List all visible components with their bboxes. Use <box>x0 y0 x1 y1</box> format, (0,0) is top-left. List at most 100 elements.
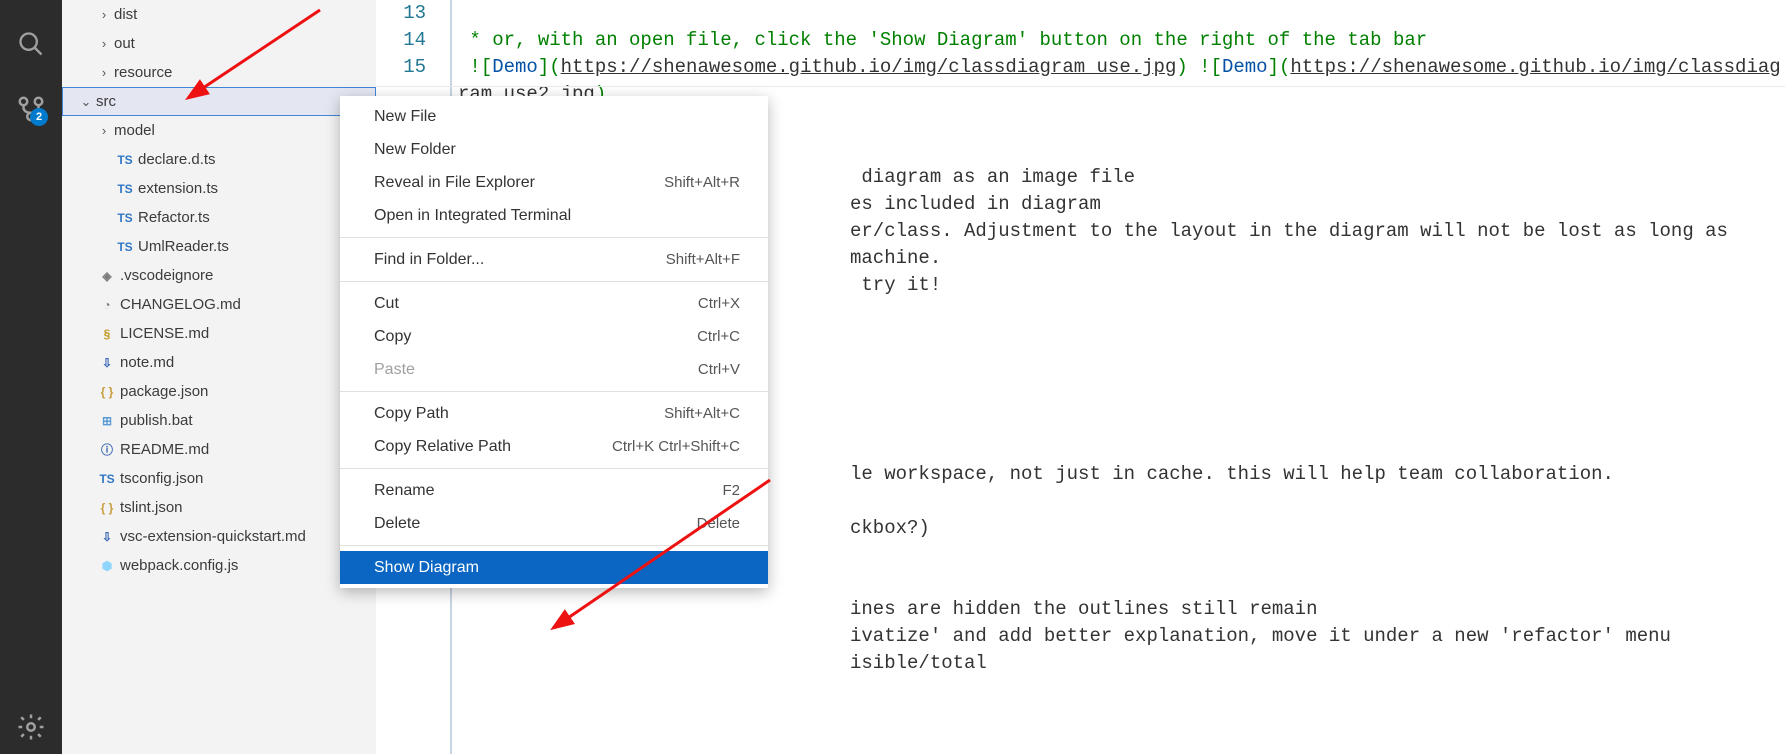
folder-row[interactable]: ›dist <box>62 0 376 29</box>
tree-label: model <box>112 122 155 139</box>
tree-label: extension.ts <box>136 180 218 197</box>
file-type-icon: ⊞ <box>96 414 118 428</box>
menu-item-copy[interactable]: Copy Ctrl+C <box>340 320 768 353</box>
tree-label: tsconfig.json <box>118 470 203 487</box>
menu-item-reveal-in-file-explorer[interactable]: Reveal in File Explorer Shift+Alt+R <box>340 166 768 199</box>
file-type-icon: ◔ <box>96 298 118 312</box>
chevron-down-icon: ⌄ <box>78 94 94 110</box>
menu-separator <box>340 237 768 238</box>
file-row[interactable]: ◈.vscodeignore <box>62 261 376 290</box>
file-type-icon: TS <box>96 472 118 486</box>
folder-row[interactable]: ⌄src <box>62 87 376 116</box>
chevron-right-icon: › <box>96 7 112 22</box>
markdown-alt: Demo <box>1222 56 1268 78</box>
file-row[interactable]: §LICENSE.md <box>62 319 376 348</box>
menu-item-open-in-integrated-terminal[interactable]: Open in Integrated Terminal <box>340 199 768 232</box>
tree-label: Refactor.ts <box>136 209 210 226</box>
menu-shortcut: Ctrl+C <box>697 328 740 345</box>
folder-row[interactable]: ›resource <box>62 58 376 87</box>
file-row[interactable]: TSextension.ts <box>62 174 376 203</box>
file-row[interactable]: ⇩note.md <box>62 348 376 377</box>
source-control-icon[interactable]: 2 <box>16 94 46 124</box>
menu-item-copy-path[interactable]: Copy PathShift+Alt+C <box>340 397 768 430</box>
file-type-icon: TS <box>114 240 136 254</box>
settings-gear-icon[interactable] <box>0 712 62 742</box>
file-type-icon: { } <box>96 385 118 399</box>
file-row[interactable]: TSUmlReader.ts <box>62 232 376 261</box>
folder-row[interactable]: ›out <box>62 29 376 58</box>
file-type-icon: TS <box>114 182 136 196</box>
folder-row[interactable]: ›model <box>62 116 376 145</box>
tree-label: UmlReader.ts <box>136 238 229 255</box>
file-row[interactable]: TSdeclare.d.ts <box>62 145 376 174</box>
markdown-alt: Demo <box>492 56 538 78</box>
tree-label: .vscodeignore <box>118 267 213 284</box>
menu-shortcut: Shift+Alt+C <box>664 405 740 422</box>
menu-label: Cut <box>374 295 399 313</box>
menu-label: Delete <box>374 515 420 533</box>
menu-label: Paste <box>374 361 415 379</box>
menu-item-delete[interactable]: Delete Delete <box>340 507 768 540</box>
menu-item-find-in-folder[interactable]: Find in Folder... Shift+Alt+F <box>340 243 768 276</box>
file-row[interactable]: ⊞publish.bat <box>62 406 376 435</box>
file-row[interactable]: TSRefactor.ts <box>62 203 376 232</box>
line-number: 14 <box>376 27 426 54</box>
menu-item-copy-relative-path[interactable]: Copy Relative PathCtrl+K Ctrl+Shift+C <box>340 430 768 463</box>
tree-label: LICENSE.md <box>118 325 209 342</box>
menu-shortcut: F2 <box>722 482 740 499</box>
menu-item-rename[interactable]: Rename F2 <box>340 474 768 507</box>
menu-shortcut: Ctrl+K Ctrl+Shift+C <box>612 438 740 455</box>
line-number: 15 <box>376 54 426 81</box>
tree-label: resource <box>112 64 172 81</box>
menu-item-show-diagram[interactable]: Show Diagram <box>340 551 768 584</box>
menu-label: New File <box>374 108 436 126</box>
file-row[interactable]: ⬢webpack.config.js <box>62 551 376 580</box>
menu-separator <box>340 391 768 392</box>
tree-label: src <box>94 93 116 110</box>
menu-item-new-folder[interactable]: New Folder <box>340 133 768 166</box>
scm-badge: 2 <box>30 108 48 126</box>
file-row[interactable]: ⓘREADME.md <box>62 435 376 464</box>
file-row[interactable]: { }package.json <box>62 377 376 406</box>
menu-label: Show Diagram <box>374 559 479 577</box>
comment-text: * or, with an open file, click the 'Show… <box>458 29 1427 51</box>
horizontal-rule <box>376 86 1785 87</box>
tree-label: vsc-extension-quickstart.md <box>118 528 306 545</box>
menu-separator <box>340 281 768 282</box>
menu-label: Open in Integrated Terminal <box>374 207 571 225</box>
activity-bar: 2 <box>0 0 62 754</box>
menu-separator <box>340 545 768 546</box>
tree-label: dist <box>112 6 137 23</box>
menu-shortcut: Ctrl+V <box>698 361 740 378</box>
menu-item-cut[interactable]: Cut Ctrl+X <box>340 287 768 320</box>
menu-shortcut: Delete <box>697 515 740 532</box>
menu-shortcut: Ctrl+X <box>698 295 740 312</box>
file-type-icon: ⓘ <box>96 441 118 458</box>
menu-label: New Folder <box>374 141 456 159</box>
menu-label: Find in Folder... <box>374 251 484 269</box>
file-explorer: ›dist›out›resource⌄src›modelTSdeclare.d.… <box>62 0 376 754</box>
file-type-icon: ⇩ <box>96 530 118 544</box>
menu-item-new-file[interactable]: New File <box>340 100 768 133</box>
file-row[interactable]: ⇩vsc-extension-quickstart.md <box>62 522 376 551</box>
search-icon[interactable] <box>17 30 45 58</box>
file-type-icon: ◈ <box>96 269 118 283</box>
file-type-icon: { } <box>96 501 118 515</box>
file-row[interactable]: ◔CHANGELOG.md <box>62 290 376 319</box>
tree-label: publish.bat <box>118 412 193 429</box>
file-row[interactable]: TStsconfig.json <box>62 464 376 493</box>
file-row[interactable]: { }tslint.json <box>62 493 376 522</box>
menu-shortcut: Shift+Alt+F <box>666 251 740 268</box>
tree-label: note.md <box>118 354 174 371</box>
tree-label: CHANGELOG.md <box>118 296 241 313</box>
menu-label: Copy <box>374 328 411 346</box>
menu-label: Rename <box>374 482 434 500</box>
menu-shortcut: Shift+Alt+R <box>664 174 740 191</box>
menu-label: Reveal in File Explorer <box>374 174 535 192</box>
tree-label: webpack.config.js <box>118 557 238 574</box>
file-type-icon: ⬢ <box>96 559 118 573</box>
chevron-right-icon: › <box>96 65 112 80</box>
editor-line: isible/total <box>458 650 1775 677</box>
line-number: 13 <box>376 0 426 27</box>
tree-label: tslint.json <box>118 499 183 516</box>
